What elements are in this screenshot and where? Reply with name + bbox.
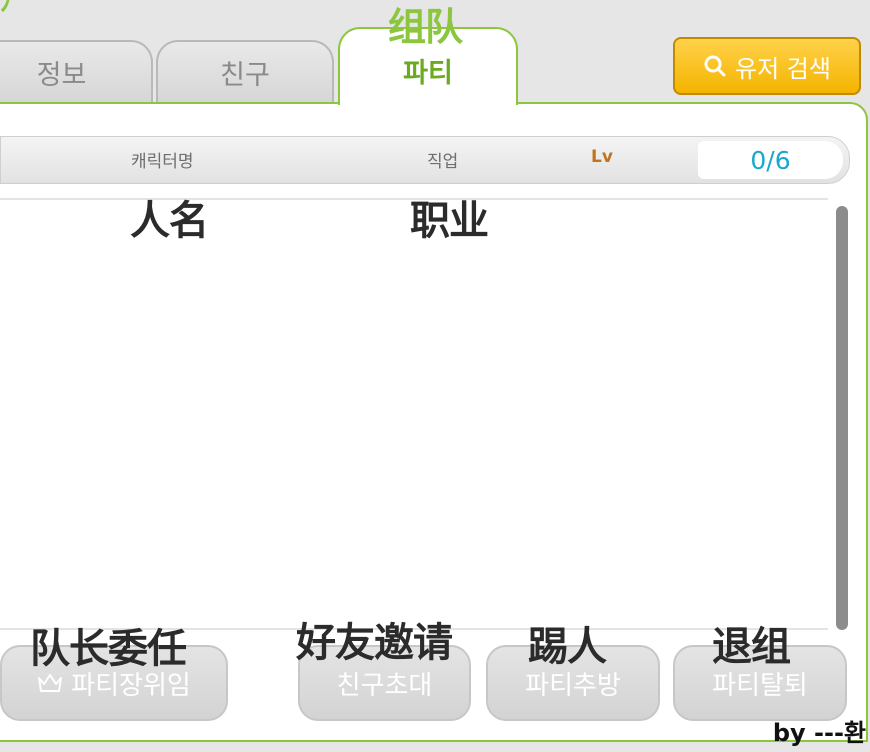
- header-job: 직업: [427, 152, 459, 172]
- header-character-name: 캐릭터명: [131, 152, 194, 172]
- tab-info-label: 정보: [36, 59, 87, 91]
- party-member-count: 0/6: [698, 141, 843, 179]
- header-level: Lv: [591, 147, 613, 167]
- annotation-leader: 队长委任: [30, 626, 187, 672]
- annotation-invite: 好友邀请: [296, 620, 453, 666]
- credit-text: by ---환: [772, 719, 866, 747]
- tab-party-annotation: 组队: [388, 5, 463, 49]
- tab-friends[interactable]: 친구: [156, 40, 334, 102]
- tab-info[interactable]: 정보: [0, 40, 153, 102]
- invite-friend-label: 친구초대: [336, 670, 433, 701]
- cropped-top-text: ﾉ ﾟ ﾟ: [0, 0, 51, 18]
- party-member-list[interactable]: [0, 200, 830, 630]
- crown-icon: [38, 674, 63, 692]
- tab-friends-label: 친구: [220, 59, 270, 91]
- search-icon: [704, 55, 726, 77]
- annotation-job: 职业: [410, 198, 489, 244]
- annotation-leave: 退组: [712, 624, 791, 670]
- annotation-name: 人名: [130, 198, 209, 244]
- user-search-button[interactable]: 유저 검색: [673, 37, 861, 95]
- list-scrollbar[interactable]: [836, 206, 848, 630]
- tab-party-label: 파티: [403, 57, 453, 89]
- user-search-label: 유저 검색: [735, 54, 831, 83]
- annotation-kick: 踢人: [528, 624, 607, 670]
- party-table-header: 캐릭터명 직업 Lv 0/6: [0, 136, 850, 184]
